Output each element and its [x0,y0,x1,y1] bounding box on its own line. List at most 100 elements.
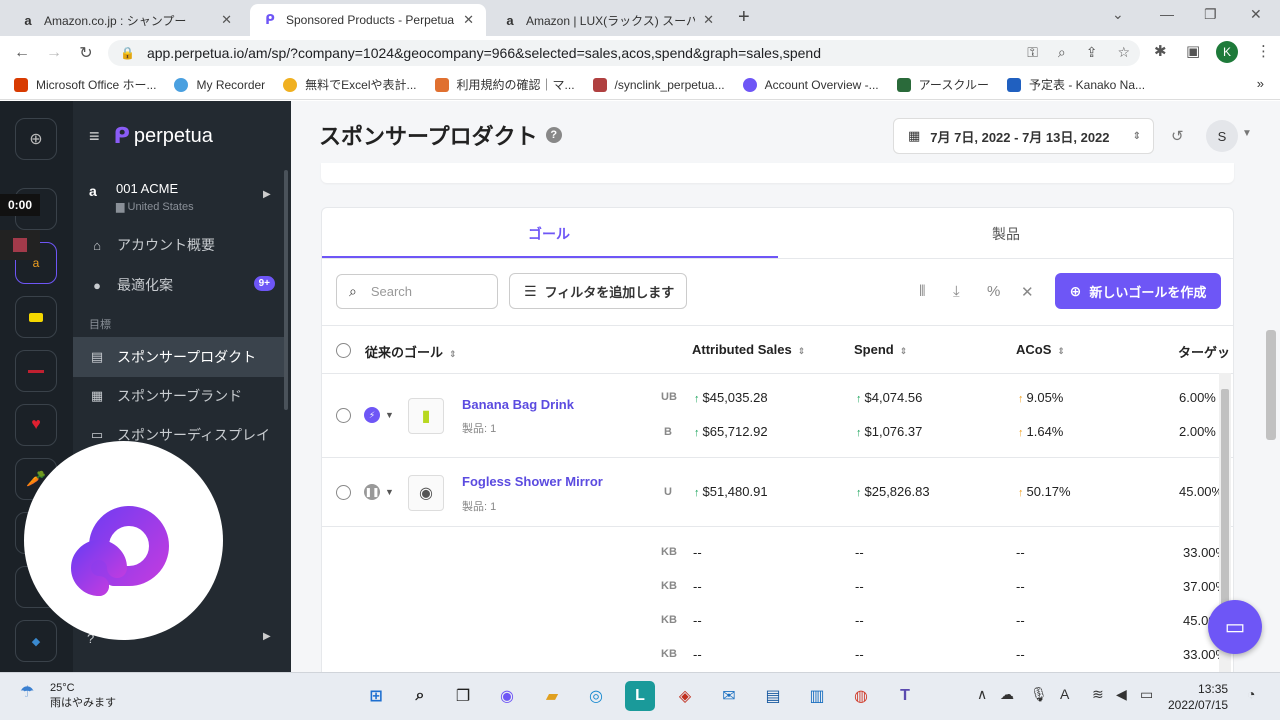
chevron-down-icon[interactable]: ▼ [385,487,394,497]
rail-account-9[interactable]: ◆ [15,620,57,662]
close-tab-icon[interactable]: ✕ [463,12,474,28]
hamburger-icon[interactable]: ≡ [89,126,100,147]
teams-chat-icon[interactable]: ◉ [492,681,522,711]
scrollbar-thumb[interactable] [1221,389,1229,629]
webcam-bubble[interactable] [24,441,223,640]
goal-name[interactable]: Fogless Shower Mirror [462,474,603,489]
share-icon[interactable]: ⇪ [1086,44,1098,61]
tab-search-icon[interactable]: ⌄ [1112,6,1124,23]
stop-recording-button[interactable] [0,230,40,260]
column-header[interactable]: 従来のゴール ⇕ [365,342,457,361]
history-icon[interactable]: ↺ [1171,127,1184,145]
restore-icon[interactable]: ❐ [1204,6,1217,23]
row-select-radio[interactable] [336,408,351,423]
app-l-icon[interactable]: L [625,681,655,711]
tab-products[interactable]: 製品 [992,224,1020,244]
browser-tab-1[interactable]: a Amazon.co.jp : シャンプー ✕ [8,4,244,36]
browser-tab-3[interactable]: a Amazon | LUX(ラックス) スーパーリッチ ✕ [490,4,726,36]
edge-icon[interactable]: ◎ [581,681,611,711]
select-all-radio[interactable] [336,343,351,358]
reload-icon[interactable]: ↻ [70,43,102,63]
pause-icon[interactable]: ❚❚ [364,484,380,500]
page-scrollbar[interactable] [1266,330,1276,440]
table-row[interactable]: ❚❚ ▼ ◉ Fogless Shower Mirror 製品: 1 U ↑ $5… [322,458,1233,527]
question-icon[interactable]: ? [545,127,562,143]
store-icon[interactable]: ▤ [758,681,788,711]
target-cell[interactable]: 6.00% [1179,390,1216,405]
table-row[interactable]: ⚡ ▼ ▮ Banana Bag Drink 製品: 1 UB ↑ $45,035… [322,374,1233,458]
teams-icon[interactable]: T [890,681,920,711]
bookmark[interactable]: 予定表 - Kanako Na... [1006,76,1145,93]
target-cell[interactable]: 2.00% [1179,424,1216,439]
bookmark[interactable]: 利用規約の確認｜マ... [434,76,575,93]
sidepanel-icon[interactable]: ▣ [1186,42,1200,60]
sidebar-item-sponsored-brands[interactable]: ▦ スポンサーブランド [73,376,285,416]
close-tab-icon[interactable]: ✕ [221,12,232,28]
mail-icon[interactable]: ✉ [714,681,744,711]
bookmark[interactable]: My Recorder [174,77,265,92]
url-bar[interactable]: 🔒 app.perpetua.io/am/sp/?company=1024&ge… [108,40,1140,66]
wifi-icon[interactable]: ≋ [1092,686,1104,703]
globe-icon[interactable]: ⊕ [15,118,57,160]
rail-account-5[interactable]: ♥ [15,404,57,446]
bookmark[interactable]: /synclink_perpetua... [592,77,725,92]
new-tab-icon[interactable]: + [738,6,750,29]
search-input[interactable]: ⌕ Search [336,274,498,309]
column-header[interactable]: Attributed Sales ⇕ [692,342,805,357]
tab-goals[interactable]: ゴール [528,224,570,244]
chat-button[interactable]: ▭ [1208,600,1262,654]
rail-account-3[interactable] [15,296,57,338]
account-switcher[interactable]: a 001 ACME ▆ United States ▶ [89,181,271,213]
more-bookmarks-icon[interactable]: » [1257,76,1264,91]
chrome-icon[interactable]: ◍ [846,681,876,711]
lightning-icon[interactable]: ⚡ [364,407,380,423]
key-icon[interactable]: ⚿ [1027,44,1038,61]
search-icon[interactable]: ⌕ [405,681,435,711]
bookmark[interactable]: Microsoft Office ホー... [14,76,156,93]
office-icon[interactable]: ◈ [670,681,700,711]
back-icon[interactable]: ← [6,44,38,62]
columns-icon[interactable]: ⦀ [919,283,926,300]
close-tab-icon[interactable]: ✕ [703,12,714,28]
collapse-icon[interactable]: ✕ [1021,283,1034,301]
profile-avatar[interactable]: K [1216,41,1238,63]
star-icon[interactable]: ☆ [1117,44,1130,61]
forward-icon[interactable]: → [38,44,70,62]
volume-icon[interactable]: ◀ [1116,686,1127,703]
row-select-radio[interactable] [336,485,351,500]
close-window-icon[interactable]: ✕ [1250,6,1262,23]
tray-chevron-icon[interactable]: ∧ [977,686,987,703]
bookmark[interactable]: 無料でExcelや表計... [283,76,417,93]
system-clock[interactable]: 13:35 2022/07/15 [1168,681,1228,713]
percent-icon[interactable]: % [987,283,1000,300]
browser-tab-2[interactable]: ᑭ Sponsored Products - Perpetua ✕ [250,4,486,36]
minimize-icon[interactable]: — [1160,6,1174,22]
bookmark[interactable]: アースクルー [896,76,989,93]
chevron-down-icon[interactable]: ▼ [1242,128,1252,139]
cloud-icon[interactable]: ☁ [1000,686,1014,703]
target-cell[interactable]: 45.00% [1179,484,1223,499]
date-range-picker[interactable]: ▦ 7月 7日, 2022 - 7月 13日, 2022 ⇕ [893,118,1154,154]
chevron-down-icon[interactable]: ▼ [385,410,394,420]
rail-account-4[interactable] [15,350,57,392]
notepad-icon[interactable]: ▥ [802,681,832,711]
user-avatar[interactable]: S [1206,120,1238,152]
add-filter-button[interactable]: ☰ フィルタを追加します [509,273,687,309]
menu-icon[interactable]: ⋮ [1256,42,1271,60]
notification-icon[interactable]: ◔ [1247,686,1255,702]
zoom-icon[interactable]: ⌕ [1058,44,1066,61]
column-header[interactable]: Spend ⇕ [854,342,907,357]
sidebar-item-sponsored-products[interactable]: ▤ スポンサープロダクト [73,337,285,377]
sidebar-item-optimizations[interactable]: ● 最適化案 9+ [73,265,285,305]
download-icon[interactable]: ⤓ [953,283,960,300]
weather-widget[interactable]: ☂ 25°C 雨はやみます [20,681,116,711]
chevron-right-icon[interactable]: ▶ [263,631,271,642]
ime-icon[interactable]: A [1060,686,1069,702]
goal-name[interactable]: Banana Bag Drink [462,397,574,412]
extensions-icon[interactable]: ✱ [1154,42,1167,60]
microphone-icon[interactable]: 🎙 [1030,686,1048,703]
column-header[interactable]: ターゲット [1178,342,1233,361]
column-header[interactable]: ACoS ⇕ [1016,342,1065,357]
file-explorer-icon[interactable]: ▰ [537,681,567,711]
create-goal-button[interactable]: ⊕ 新しいゴールを作成 [1055,273,1221,309]
